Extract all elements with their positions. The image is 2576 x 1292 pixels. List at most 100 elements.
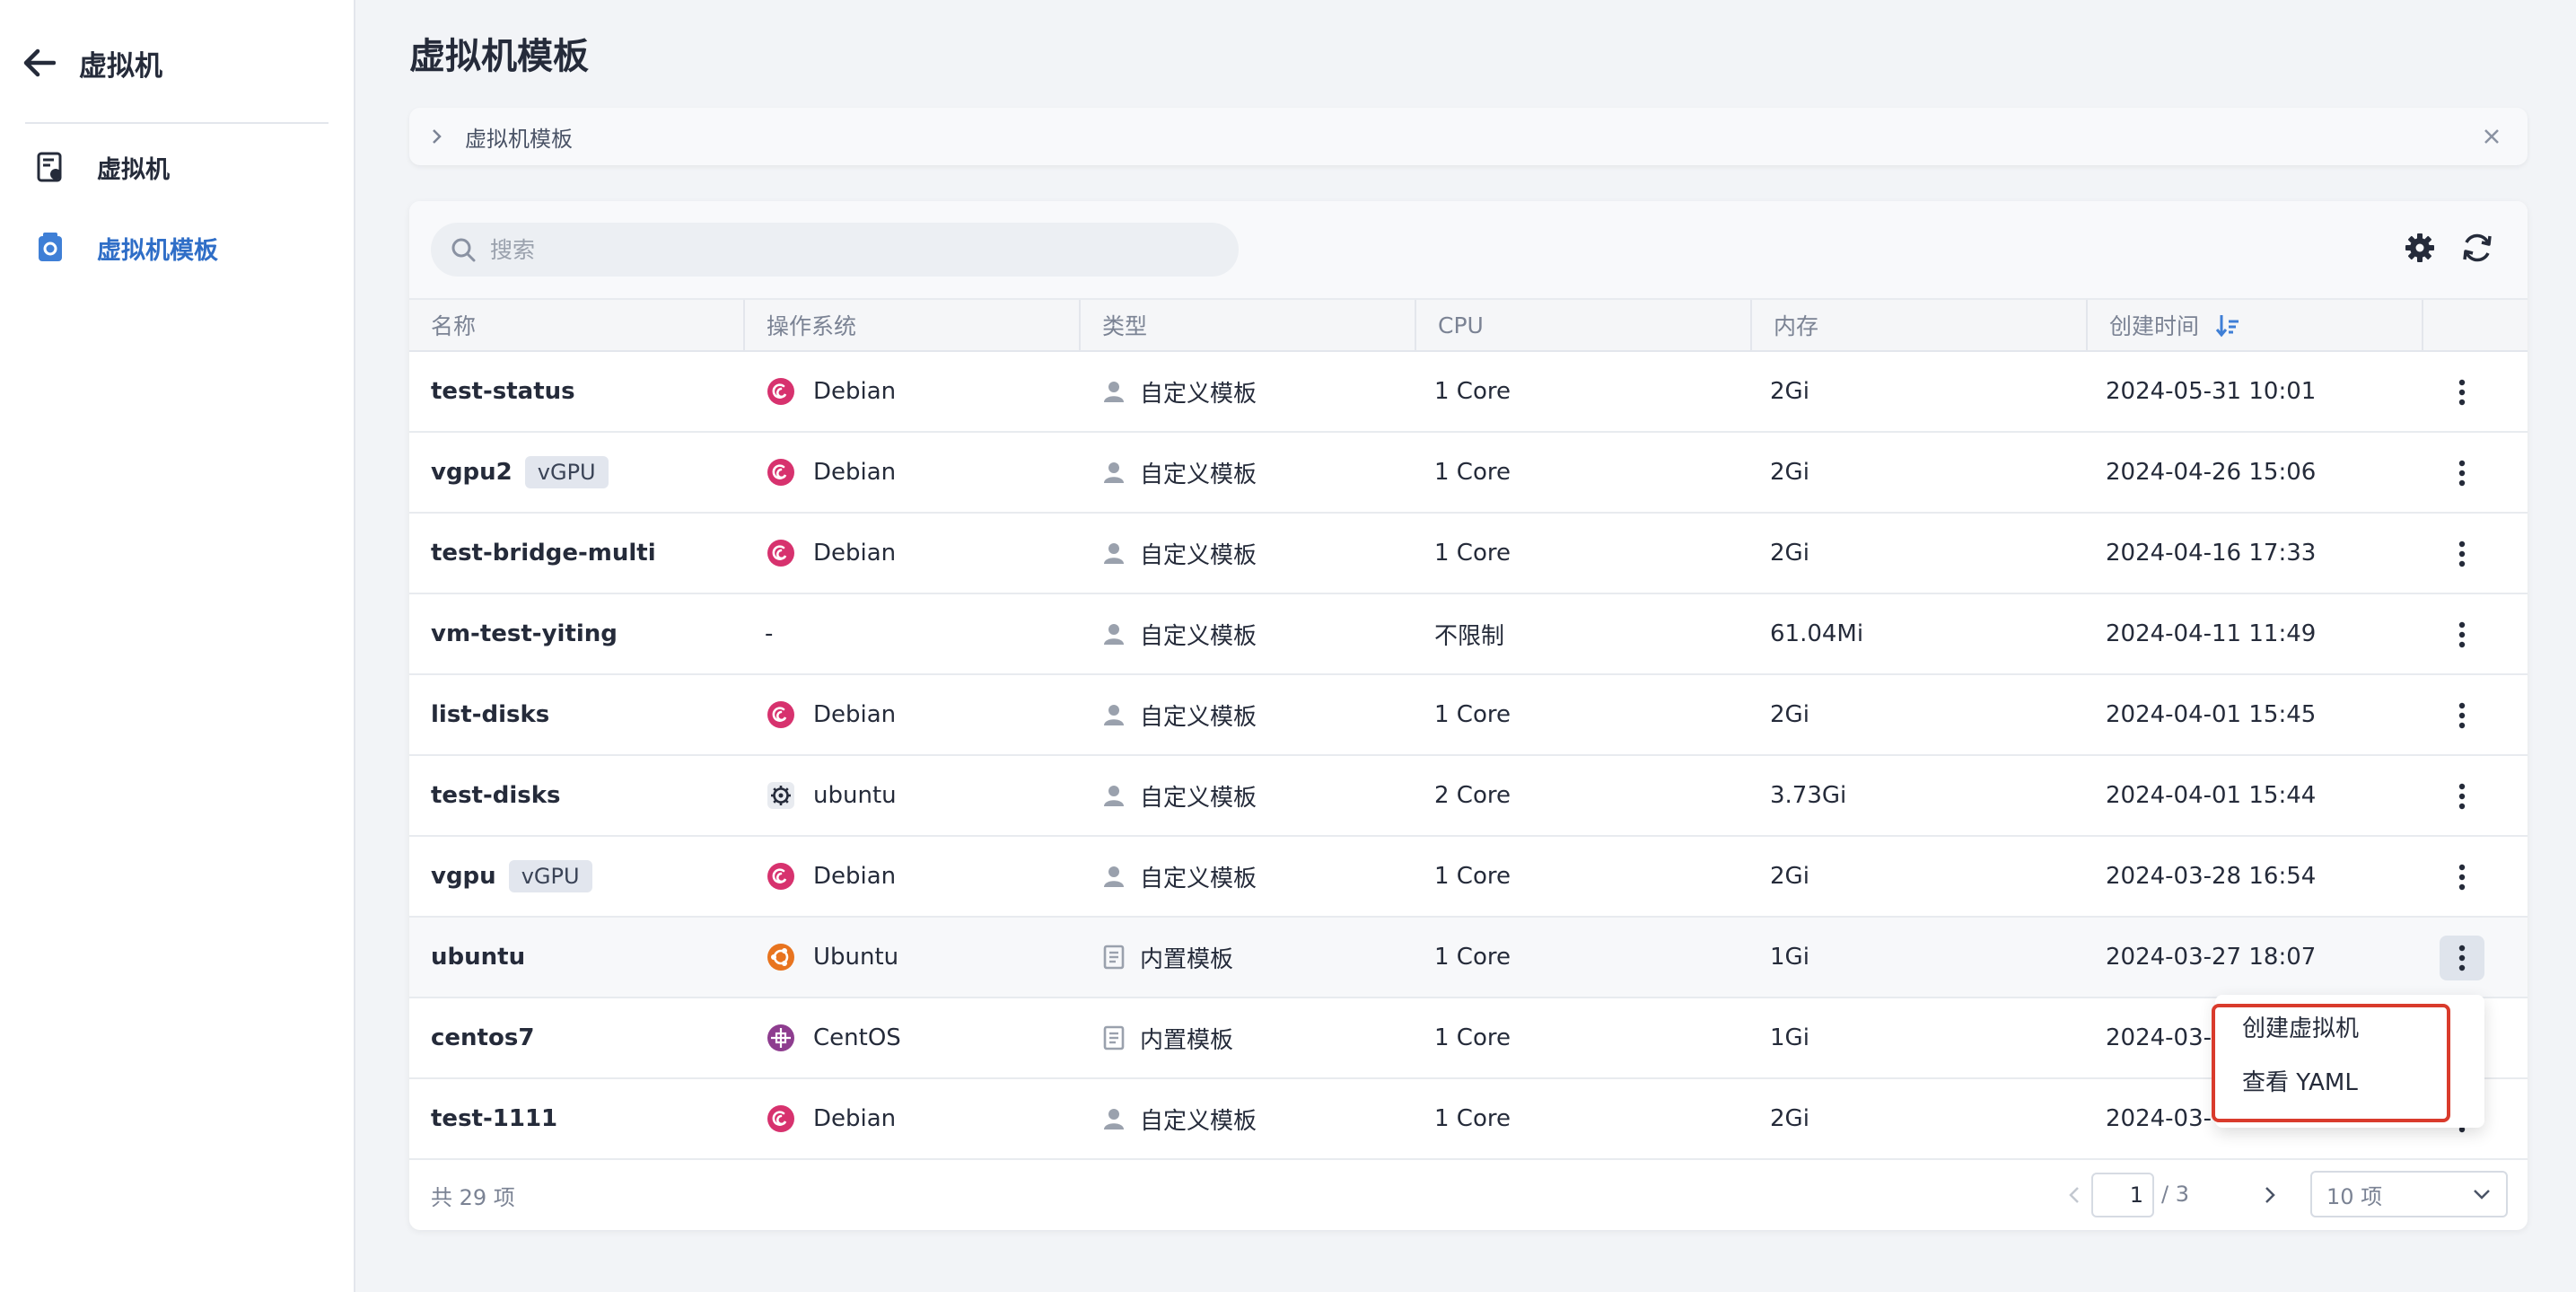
- document-icon: [1100, 944, 1127, 971]
- sort-descending-icon[interactable]: [2215, 312, 2240, 338]
- sidebar-item-vm[interactable]: 虚拟机: [34, 140, 170, 194]
- back-arrow-icon[interactable]: [20, 43, 59, 83]
- more-actions-icon[interactable]: [2440, 855, 2484, 900]
- table-row[interactable]: test-disks ubuntu 自定义模板 2 Core 3.73Gi 2024-04…: [409, 756, 2528, 837]
- memory-cell: 2Gi: [1770, 701, 1809, 728]
- cpu-cell: 不限制: [1434, 622, 1505, 650]
- template-name-link[interactable]: ubuntu: [431, 944, 525, 971]
- created-time-cell: 2024-05-31 10:01: [2106, 378, 2317, 405]
- template-name-link[interactable]: test-bridge-multi: [431, 540, 656, 567]
- debian-icon: [765, 860, 797, 892]
- page-total: / 3: [2161, 1182, 2189, 1207]
- user-icon: [1100, 620, 1127, 647]
- next-page-icon[interactable]: [2255, 1180, 2285, 1210]
- template-name-link[interactable]: test-disks: [431, 782, 561, 809]
- template-name-link[interactable]: test-1111: [431, 1105, 557, 1132]
- os-cell: Debian: [765, 514, 896, 593]
- name-cell: list-disks: [431, 675, 549, 754]
- os-label: ubuntu: [813, 782, 897, 809]
- os-label: Ubuntu: [813, 944, 899, 971]
- memory-cell: 2Gi: [1770, 459, 1809, 486]
- debian-icon: [765, 456, 797, 488]
- table-row[interactable]: vgpu vGPU Debian 自定义模板 1 Core 2Gi 2024-03-28 1…: [409, 837, 2528, 918]
- cpu-cell: 1 Core: [1434, 1024, 1511, 1051]
- table-row[interactable]: test-1111 Debian 自定义模板 1 Core 2Gi 2024-03-: [409, 1079, 2528, 1160]
- os-cell: Debian: [765, 675, 896, 754]
- os-cell: Ubuntu: [765, 918, 898, 997]
- close-icon[interactable]: [2479, 124, 2504, 149]
- memory-cell: 2Gi: [1770, 378, 1809, 405]
- table-row[interactable]: test-bridge-multi Debian 自定义模板 1 Core 2Gi 202…: [409, 514, 2528, 594]
- cpu-cell: 1 Core: [1434, 378, 1511, 405]
- search-box[interactable]: [431, 223, 1239, 277]
- created-time-cell: 2024-04-26 15:06: [2106, 459, 2317, 486]
- table-row[interactable]: list-disks Debian 自定义模板 1 Core 2Gi 2024-04-01…: [409, 675, 2528, 756]
- debian-icon: [765, 375, 797, 408]
- column-header-created[interactable]: 创建时间: [2088, 300, 2422, 350]
- template-name-link[interactable]: test-status: [431, 378, 575, 405]
- name-cell: ubuntu: [431, 918, 525, 997]
- table-row[interactable]: ubuntu Ubuntu 内置模板 1 Core 1Gi 2024-03-27 18:0…: [409, 918, 2528, 998]
- sidebar-title: 虚拟机: [79, 49, 162, 83]
- settings-gear-icon[interactable]: [2400, 228, 2440, 268]
- name-cell: test-bridge-multi: [431, 514, 656, 593]
- more-actions-icon[interactable]: [2440, 612, 2484, 657]
- table-row[interactable]: test-status Debian 自定义模板 1 Core 2Gi 2024-05-3…: [409, 352, 2528, 433]
- page-title: 虚拟机模板: [409, 36, 589, 77]
- os-label: -: [765, 620, 774, 647]
- type-label: 自定义模板: [1140, 703, 1257, 731]
- type-cell: 自定义模板: [1100, 675, 1257, 754]
- column-header-memory[interactable]: 内存: [1752, 300, 2086, 350]
- column-header-name[interactable]: 名称: [409, 300, 743, 350]
- template-name-link[interactable]: vgpu2: [431, 459, 513, 486]
- cpu-cell: 2 Core: [1434, 782, 1511, 809]
- ubuntu-icon: [765, 941, 797, 973]
- page-size-value: 10 项: [2326, 1183, 2383, 1209]
- sidebar-item-label: 虚拟机: [97, 155, 170, 184]
- more-actions-icon[interactable]: [2440, 774, 2484, 819]
- template-name-link[interactable]: vgpu: [431, 863, 496, 890]
- type-cell: 自定义模板: [1100, 837, 1257, 916]
- more-actions-icon[interactable]: [2440, 451, 2484, 496]
- type-label: 自定义模板: [1140, 865, 1257, 892]
- prev-page-icon[interactable]: [2059, 1180, 2090, 1210]
- name-cell: vgpu2 vGPU: [431, 433, 609, 512]
- os-cell: CentOS: [765, 998, 901, 1077]
- breadcrumb-item[interactable]: 虚拟机模板: [465, 121, 573, 153]
- more-actions-icon[interactable]: [2440, 693, 2484, 738]
- more-actions-icon[interactable]: [2440, 370, 2484, 415]
- search-input[interactable]: [488, 235, 1210, 264]
- more-actions-icon[interactable]: [2440, 936, 2484, 980]
- sidebar-item-vm-template[interactable]: 虚拟机模板: [34, 221, 218, 275]
- table-row[interactable]: vm-test-yiting - 自定义模板 不限制 61.04Mi 2024-04-11…: [409, 594, 2528, 675]
- cpu-cell: 1 Core: [1434, 540, 1511, 567]
- refresh-icon[interactable]: [2458, 228, 2497, 268]
- type-label: 自定义模板: [1140, 380, 1257, 408]
- type-cell: 自定义模板: [1100, 433, 1257, 512]
- os-cell: Debian: [765, 433, 896, 512]
- search-icon: [451, 236, 478, 263]
- table-row[interactable]: centos7 CentOS 内置模板 1 Core 1Gi 2024-03-: [409, 998, 2528, 1079]
- column-header-cpu[interactable]: CPU: [1416, 300, 1750, 350]
- column-header-os[interactable]: 操作系统: [745, 300, 1079, 350]
- sidebar-header: 虚拟机: [20, 36, 162, 90]
- template-icon: [34, 232, 66, 264]
- template-name-link[interactable]: centos7: [431, 1024, 534, 1051]
- template-name-link[interactable]: list-disks: [431, 701, 549, 728]
- more-actions-icon[interactable]: [2440, 532, 2484, 576]
- table-row[interactable]: vgpu2 vGPU Debian 自定义模板 1 Core 2Gi 2024-04-26 …: [409, 433, 2528, 514]
- column-header-type[interactable]: 类型: [1081, 300, 1415, 350]
- highlight-box: [2212, 1004, 2450, 1122]
- template-name-link[interactable]: vm-test-yiting: [431, 620, 618, 647]
- type-label: 自定义模板: [1140, 622, 1257, 650]
- debian-icon: [765, 699, 797, 731]
- page-number-input[interactable]: [2091, 1173, 2154, 1217]
- os-label: CentOS: [813, 1024, 901, 1051]
- column-header-created-label: 创建时间: [2109, 313, 2200, 339]
- memory-cell: 2Gi: [1770, 540, 1809, 567]
- name-cell: centos7: [431, 998, 534, 1077]
- page-size-select[interactable]: 10 项: [2310, 1171, 2508, 1217]
- os-cell: Debian: [765, 352, 896, 431]
- type-cell: 自定义模板: [1100, 352, 1257, 431]
- os-label: Debian: [813, 1105, 897, 1132]
